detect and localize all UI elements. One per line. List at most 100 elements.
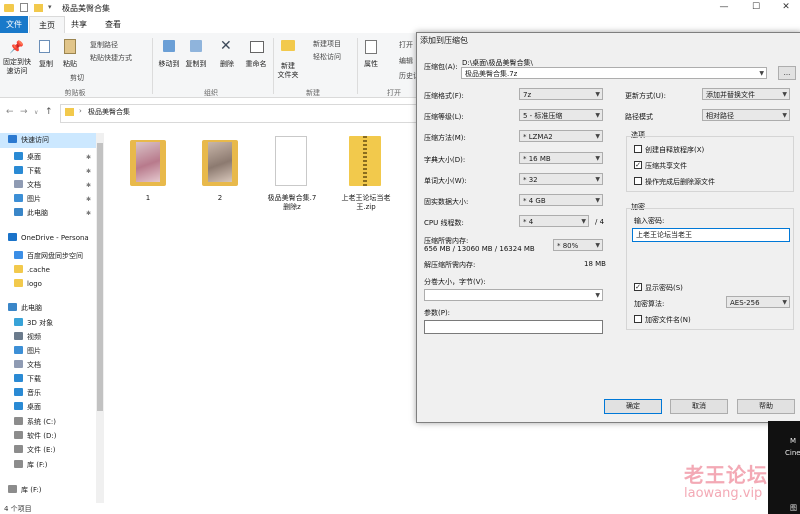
pc-icon <box>14 208 23 216</box>
organize-group-label: 组织 <box>204 89 218 97</box>
sidebar-item[interactable]: 此电脑 ✱ <box>0 206 109 221</box>
parameters-input[interactable] <box>424 320 603 334</box>
new-folder-quick-icon[interactable] <box>34 4 43 12</box>
up-arrow-icon[interactable]: ↑ <box>45 107 53 117</box>
solid-size-select[interactable]: * 4 GB ▼ <box>519 194 603 206</box>
sidebar-item[interactable]: 图片 <box>0 344 109 359</box>
password-input[interactable]: 上老王论坛当老王 <box>632 228 790 242</box>
archive-label: 压缩包(A): <box>424 63 458 71</box>
chevron-down-icon: ▼ <box>759 70 764 77</box>
sidebar-item[interactable]: 下载 <box>0 372 109 387</box>
pin-quick-access-button[interactable]: 固定到快速访问 <box>2 58 32 76</box>
sidebar-item[interactable]: 桌面 ✱ <box>0 150 109 165</box>
shared-files-checkbox[interactable]: ✓ <box>634 161 642 169</box>
copy-to-button[interactable]: 复制到 <box>183 60 209 69</box>
split-size-combo[interactable]: ▼ <box>424 289 603 301</box>
copy-path-button[interactable]: 复制路径 <box>90 40 118 50</box>
close-button[interactable]: ✕ <box>770 0 800 16</box>
paste-button[interactable]: 粘贴 <box>60 60 80 69</box>
sidebar-item[interactable]: 图片 ✱ <box>0 192 109 207</box>
sidebar-item[interactable]: 桌面 <box>0 400 109 415</box>
browse-button[interactable]: ... <box>778 66 796 80</box>
word-size-select[interactable]: * 32 ▼ <box>519 173 603 185</box>
sidebar-item[interactable]: 快速访问 <box>0 133 103 148</box>
encrypt-names-checkbox[interactable] <box>634 315 642 323</box>
dialog-title: 添加到压缩包 <box>420 36 468 45</box>
rename-button[interactable]: 重命名 <box>243 60 269 69</box>
sidebar-item[interactable]: 文件 (E:) <box>0 443 109 458</box>
recent-locations-icon[interactable]: ∨ <box>34 109 38 116</box>
forward-arrow-icon[interactable]: → <box>20 107 28 117</box>
help-button[interactable]: 帮助 <box>737 399 795 414</box>
encryption-method-select[interactable]: AES-256 ▼ <box>726 296 790 308</box>
sidebar-item[interactable]: logo <box>0 277 109 292</box>
zipper-icon <box>363 136 367 186</box>
memory-percent-select[interactable]: * 80% ▼ <box>553 239 603 251</box>
dictionary-select[interactable]: * 16 MB ▼ <box>519 152 603 164</box>
cut-button[interactable]: 剪切 <box>70 73 84 83</box>
move-to-button[interactable]: 移动到 <box>156 60 182 69</box>
quick-access-dropdown-icon[interactable]: ▾ <box>48 3 52 11</box>
cancel-button[interactable]: 取消 <box>670 399 728 414</box>
parameters-label: 参数(P): <box>424 309 451 317</box>
ok-button[interactable]: 确定 <box>604 399 662 414</box>
blank-file-icon <box>275 136 307 186</box>
level-select[interactable]: 5 - 标准压缩 ▼ <box>519 109 603 121</box>
sidebar-item[interactable]: 百度网盘同步空间 <box>0 249 109 264</box>
maximize-button[interactable]: ☐ <box>740 0 772 16</box>
sidebar-item[interactable]: 文档 ✱ <box>0 178 109 193</box>
sidebar-item[interactable]: 3D 对象 <box>0 316 109 331</box>
sidebar-item[interactable]: OneDrive - Persona <box>0 231 103 246</box>
delete-after-checkbox[interactable] <box>634 177 642 185</box>
sidebar-item[interactable]: 视频 <box>0 330 109 345</box>
chevron-down-icon: ▼ <box>595 242 600 249</box>
sidebar-item[interactable]: 文档 <box>0 358 109 373</box>
new-folder-button[interactable]: 新建 文件夹 <box>274 62 302 80</box>
sidebar-item[interactable]: 下载 ✱ <box>0 164 109 179</box>
path-mode-value: 相对路径 <box>706 112 734 120</box>
back-arrow-icon[interactable]: ← <box>6 107 14 117</box>
tab-file[interactable]: 文件 <box>0 16 28 33</box>
sidebar-item[interactable]: 软件 (D:) <box>0 429 109 444</box>
tab-home[interactable]: 主页 <box>29 16 65 34</box>
nav-scroll-thumb[interactable] <box>97 143 103 411</box>
breadcrumb-current[interactable]: 极品美臀合集 <box>88 107 130 117</box>
show-password-checkbox[interactable]: ✓ <box>634 283 642 291</box>
new-item-button[interactable]: 新建项目 <box>313 39 341 49</box>
folder-item-1[interactable]: 1 <box>128 136 168 202</box>
sidebar-item[interactable]: 系统 (C:) <box>0 415 109 430</box>
properties-quick-icon[interactable] <box>20 3 28 12</box>
sidebar-item-label: 图片 <box>27 195 41 203</box>
zip-item[interactable]: 上老王论坛当老 王.zip <box>336 136 396 216</box>
minimize-button[interactable]: — <box>708 0 740 16</box>
drive-icon <box>14 460 23 468</box>
path-mode-select[interactable]: 相对路径 ▼ <box>702 109 790 121</box>
drive-icon <box>14 417 23 425</box>
sidebar-item[interactable]: 音乐 <box>0 386 109 401</box>
delete-button[interactable]: 删除 <box>215 60 239 69</box>
threads-select[interactable]: * 4 ▼ <box>519 215 589 227</box>
copy-button[interactable]: 复制 <box>36 60 56 69</box>
open-button[interactable]: 打开 <box>399 40 413 50</box>
video-icon <box>14 332 23 340</box>
archive-name-combo[interactable]: 极品美臀合集.7z ▼ <box>461 67 767 79</box>
format-select[interactable]: 7z ▼ <box>519 88 603 100</box>
file-item-7z[interactable]: 极品美臀合集.7 删除z <box>262 136 322 216</box>
paste-shortcut-button[interactable]: 粘贴快捷方式 <box>90 53 132 63</box>
sidebar-item[interactable]: 库 (F:) <box>0 458 109 473</box>
sidebar-item[interactable]: 此电脑 <box>0 301 103 316</box>
properties-button[interactable]: 属性 <box>360 60 382 69</box>
properties-icon <box>365 40 377 54</box>
sidebar-item[interactable]: 库 (F:) <box>0 483 103 498</box>
method-select[interactable]: * LZMA2 ▼ <box>519 130 603 142</box>
tab-view[interactable]: 查看 <box>100 16 126 33</box>
sidebar-item[interactable]: .cache <box>0 263 109 278</box>
update-mode-select[interactable]: 添加并替换文件 ▼ <box>702 88 790 100</box>
sidebar-item-label: .cache <box>27 266 50 274</box>
tab-share[interactable]: 共享 <box>66 16 92 33</box>
sfx-checkbox[interactable] <box>634 145 642 153</box>
navigation-pane: 快速访问 桌面 ✱ 下载 ✱ 文档 ✱ 图片 ✱ 此电脑 ✱ OneDrive - Persona 百度… <box>0 133 103 494</box>
folder-item-2[interactable]: 2 <box>200 136 240 202</box>
edit-button[interactable]: 编辑 <box>399 56 413 66</box>
easy-access-button[interactable]: 轻松访问 <box>313 52 341 62</box>
